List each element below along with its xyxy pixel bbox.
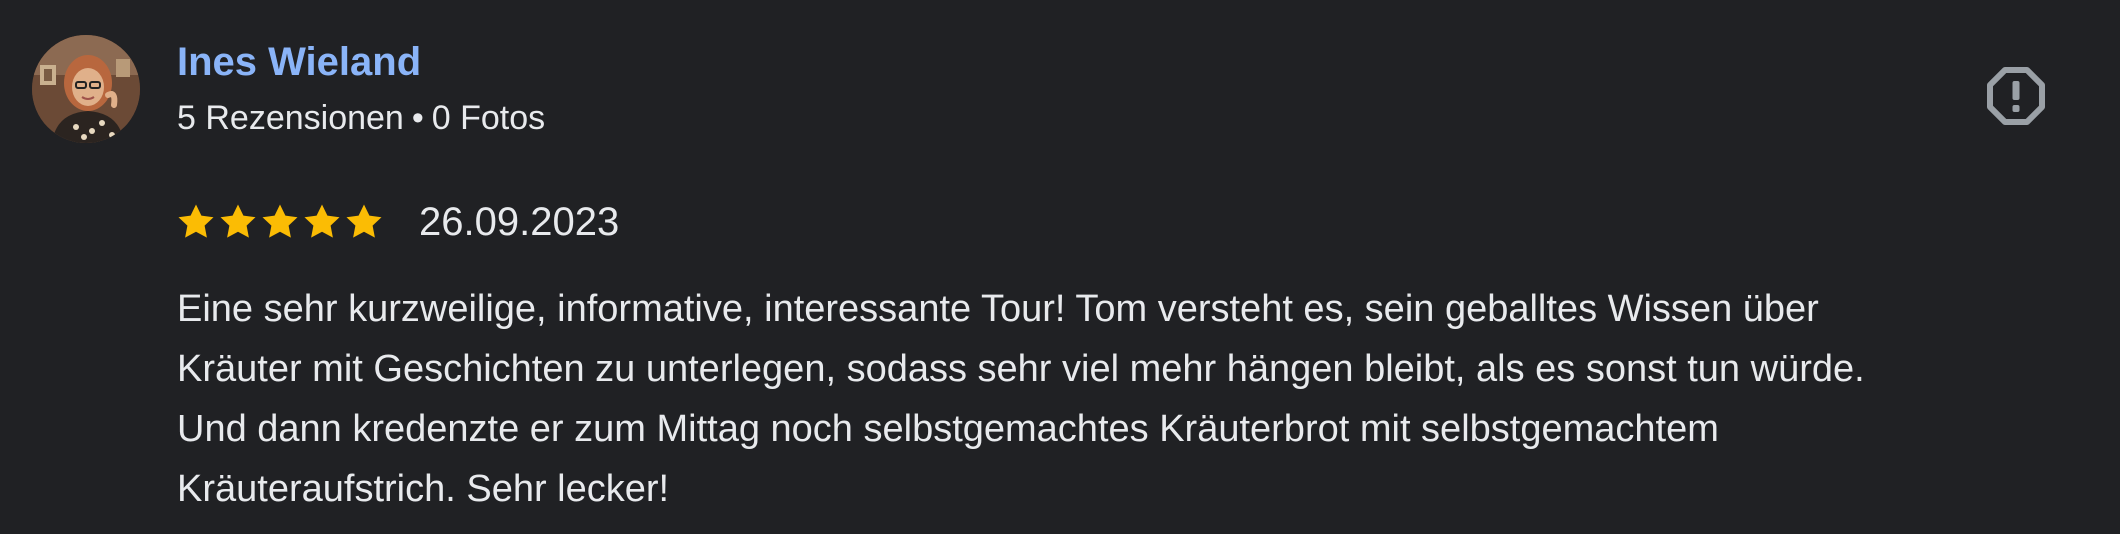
- review-card: Ines Wieland 5 Rezensionen • 0 Fotos 26.09…: [0, 0, 2120, 534]
- review-text-line: Und dann kredenzte er zum Mittag noch se…: [177, 408, 1719, 450]
- rating-row: 26.09.2023: [177, 196, 619, 248]
- review-text-line: Kräuter mit Geschichten zu unterlegen, s…: [177, 348, 1865, 390]
- review-text-line: Kräuteraufstrich. Sehr lecker!: [177, 468, 670, 510]
- profile-photo-icon: [32, 35, 140, 143]
- star-icon: [219, 203, 257, 241]
- author-stats: 5 Rezensionen • 0 Fotos: [177, 96, 545, 140]
- report-button[interactable]: [1986, 66, 2046, 126]
- review-text-line: Eine sehr kurzweilige, informative, inte…: [177, 288, 1819, 330]
- author-name[interactable]: Ines Wieland: [177, 36, 421, 88]
- reviews-count: 5 Rezensionen: [177, 99, 404, 137]
- review-date: 26.09.2023: [419, 200, 620, 244]
- star-icon: [345, 203, 383, 241]
- review-text: Eine sehr kurzweilige, informative, inte…: [177, 279, 2097, 519]
- report-icon: [1987, 67, 2045, 125]
- star-icon: [261, 203, 299, 241]
- meta-separator: •: [411, 99, 424, 137]
- photos-count: 0 Fotos: [431, 99, 546, 137]
- star-icon: [303, 203, 341, 241]
- star-rating: [177, 203, 383, 241]
- author-avatar[interactable]: [32, 35, 140, 143]
- star-icon: [177, 203, 215, 241]
